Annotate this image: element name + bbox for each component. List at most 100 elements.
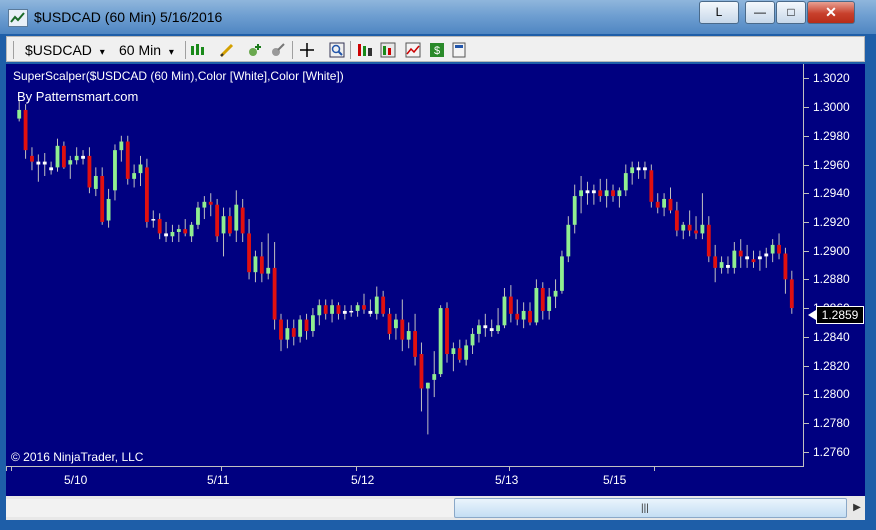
candle-body [176,229,181,232]
candle-body [534,287,539,323]
price-tick [804,135,809,137]
candle-body [777,244,781,254]
candle-body [259,256,264,274]
candle-body [770,244,775,254]
instrument-selector[interactable]: $USDCAD ▾ [25,40,105,60]
add-indicator-icon[interactable] [247,42,263,58]
last-price-marker: 1.2859 [808,306,864,324]
minimize-icon: — [754,5,766,19]
chart-toolbar: $USDCAD ▾ 60 Min ▾ $ [6,36,865,62]
scrollbar-thumb[interactable]: ||| [454,498,847,518]
candle-body [119,141,124,151]
price-tick [804,451,809,453]
price-axis[interactable]: 1.3020 1.3000 1.2980 1.2960 1.2940 1.2920 1.29… [804,64,865,466]
scrollbar-track[interactable] [6,499,456,517]
candle-body [381,296,386,314]
candle-body [425,382,430,389]
drawing-pencil-icon[interactable] [219,42,235,58]
price-tick-label: 1.2760 [813,444,850,459]
time-tick [221,466,222,471]
candle-body [342,310,347,314]
templates-icon[interactable] [451,42,467,58]
candle-body [55,145,60,168]
candle-body [566,224,571,257]
price-tick-label: 1.3000 [813,100,850,115]
minimize-button[interactable]: — [745,1,775,24]
window-titlebar: $USDCAD (60 Min) 5/16/2016 L — □ ✕ [0,0,876,34]
maximize-icon: □ [787,5,795,19]
chart-app-icon [8,9,28,27]
candle-body [483,325,488,329]
crosshair-icon[interactable] [299,42,315,58]
strategy-icon[interactable] [270,42,286,58]
candle-body [694,230,698,234]
candle-body [406,331,411,340]
price-tick [804,365,809,367]
candle-body [304,319,309,332]
candle-body [183,229,188,234]
indicator-label: SuperScalper($USDCAD (60 Min),Color [Whi… [13,69,344,83]
price-tick [804,107,809,109]
candle-body [298,319,303,337]
candle-body [738,250,743,257]
dollar-icon[interactable]: $ [429,42,445,58]
zoom-icon[interactable] [329,42,345,58]
candle-body [23,109,28,151]
price-tick [804,221,809,223]
candle-body [106,198,111,221]
candle-body [700,224,705,234]
candle-body [572,196,577,225]
window-title: $USDCAD (60 Min) 5/16/2016 [34,9,223,25]
candle-body [100,175,105,222]
horizontal-scrollbar[interactable]: ||| ▶ [6,496,865,520]
candle-body [413,331,417,357]
candle-body [598,190,603,197]
candle-body [323,305,328,314]
price-tick-label: 1.2980 [813,128,850,143]
close-button[interactable]: ✕ [807,1,855,24]
candle-body [783,253,788,280]
data-box-icon[interactable] [357,42,373,58]
toolbar-separator [350,41,351,59]
candle-body [349,310,354,313]
price-tick-label: 1.2960 [813,157,850,172]
candle-body [279,319,283,340]
candle-body [515,313,520,320]
link-button[interactable]: L [699,1,739,24]
time-tick-label: 5/11 [207,473,230,487]
candle-body [477,325,481,334]
time-tick [509,466,510,471]
candle-body [247,233,251,273]
candle-body [227,216,232,234]
scroll-right-arrow-icon[interactable]: ▶ [849,499,865,517]
candle-body [445,308,449,355]
candle-body [681,224,686,231]
candle-body [764,253,769,257]
candle-body [157,219,162,234]
price-tick-label: 1.2920 [813,214,850,229]
bar-type-icon[interactable] [190,42,206,58]
properties-icon[interactable] [405,42,421,58]
maximize-button[interactable]: □ [776,1,806,24]
chart-panel[interactable]: SuperScalper($USDCAD (60 Min),Color [Whi… [6,64,865,496]
candle-body [368,310,373,314]
interval-selector[interactable]: 60 Min ▾ [119,40,174,60]
time-axis[interactable]: 5/10 5/11 5/12 5/13 5/15 [6,466,865,496]
candle-body [61,145,66,168]
candle-body [719,262,724,268]
candle-body [687,224,692,231]
candle-body [540,287,545,311]
candle-body [285,328,290,340]
candle-body [419,354,424,389]
candlestick-series [17,99,794,435]
candle-body [789,279,794,309]
candle-body [144,167,149,222]
price-plot[interactable] [6,64,804,467]
chart-trader-icon[interactable] [380,42,396,58]
toolbar-separator [185,41,186,59]
price-tick [804,279,809,281]
candle-body [310,315,315,332]
candle-body [125,141,130,179]
instrument-label: $USDCAD [25,42,92,58]
price-tick-label: 1.2840 [813,329,850,344]
